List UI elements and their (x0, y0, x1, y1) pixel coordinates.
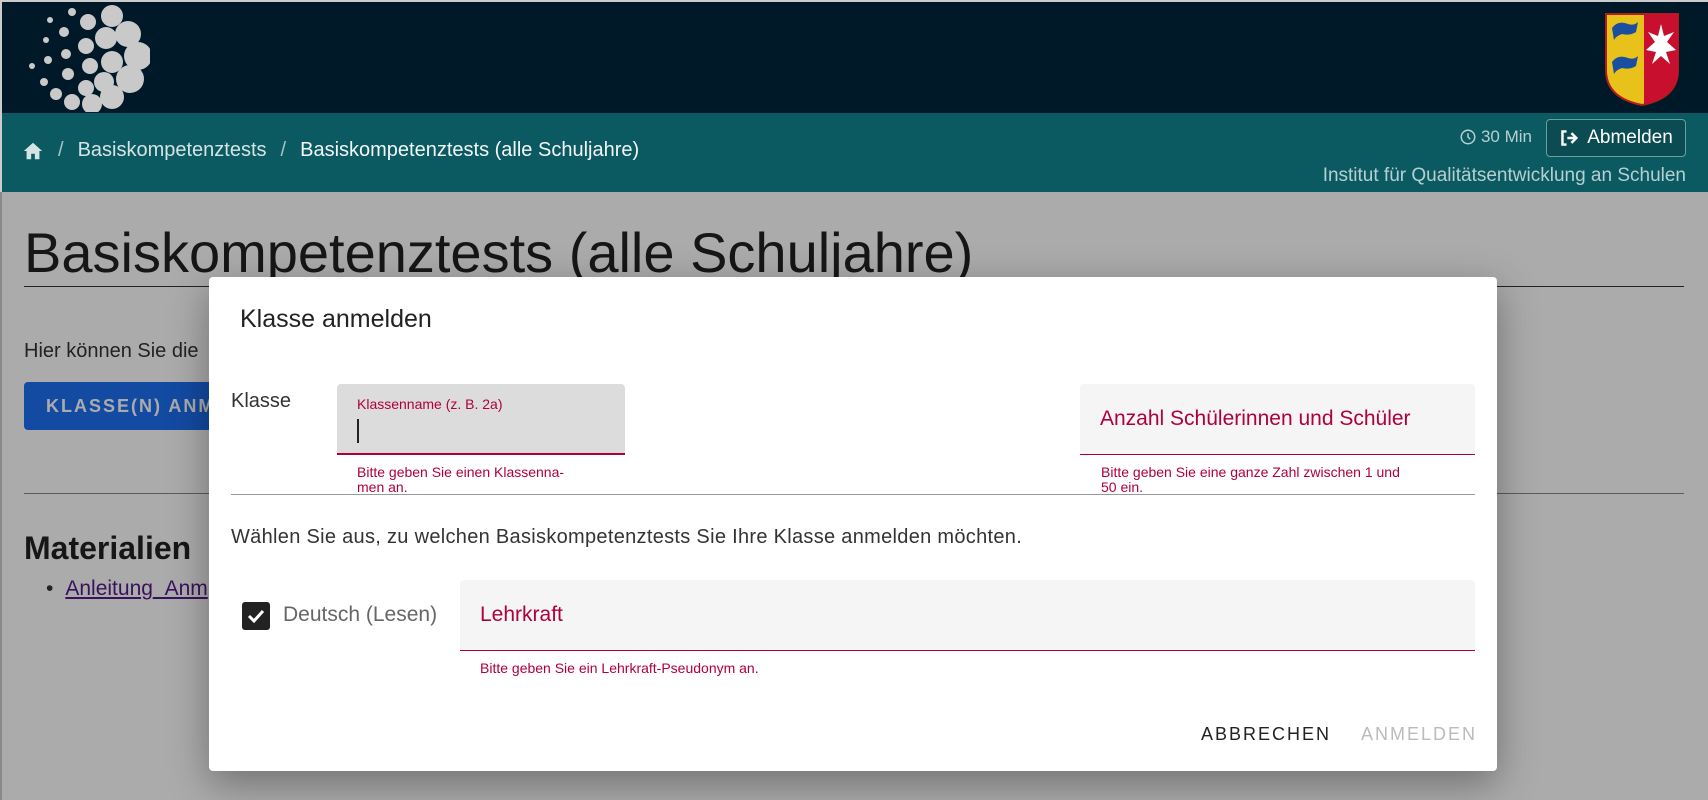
coat-of-arms-icon (1605, 13, 1679, 106)
classname-error-line1: Bitte geben Sie einen Klassenna- (357, 464, 565, 480)
student-count-error-line2: 50 ein. (1101, 479, 1144, 495)
student-count-input[interactable]: Anzahl Schülerinnen und Schüler (1080, 384, 1475, 455)
classname-label: Klassenname (z. B. 2a) (357, 396, 503, 412)
cancel-button[interactable]: ABBRECHEN (1201, 724, 1331, 745)
student-count-error-line1: Bitte geben Sie eine ganze Zahl zwischen… (1101, 464, 1400, 480)
session-timer-text: 30 Min (1480, 127, 1532, 146)
submit-button[interactable]: ANMELDEN (1361, 724, 1477, 745)
breadcrumb: / Basiskompetenztests / Basiskompetenzte… (22, 139, 639, 162)
classname-error: Bitte geben Sie einen Klassenna- men an. (357, 465, 617, 495)
sign-out-icon (1561, 130, 1579, 146)
dialog-divider (231, 494, 1475, 495)
institute-name: Institut für Qualitätsentwicklung an Sch… (1322, 165, 1686, 186)
breadcrumb-bar: / Basiskompetenztests / Basiskompetenzte… (0, 113, 1708, 192)
teacher-error: Bitte geben Sie ein Lehrkraft-Pseudonym … (480, 660, 759, 676)
deutsch-lesen-label[interactable]: Deutsch (Lesen) (283, 603, 437, 627)
logout-button[interactable]: Abmelden (1546, 119, 1686, 157)
student-count-label: Anzahl Schülerinnen und Schüler (1100, 407, 1411, 430)
breadcrumb-separator: / (280, 139, 287, 161)
text-caret (357, 419, 359, 443)
breadcrumb-item-current: Basiskompetenztests (alle Schuljahre) (300, 139, 640, 161)
clock-icon (1460, 129, 1476, 145)
checkmark-icon (247, 609, 265, 623)
breadcrumb-separator: / (58, 139, 64, 161)
home-icon[interactable] (22, 140, 44, 162)
klasse-label: Klasse (231, 390, 292, 412)
classname-error-line2: men an. (357, 479, 408, 495)
deutsch-lesen-checkbox[interactable] (242, 602, 270, 630)
classname-input[interactable]: Klassenname (z. B. 2a) (337, 384, 625, 455)
teacher-label: Lehrkraft (480, 603, 563, 626)
teacher-input[interactable]: Lehrkraft (460, 580, 1475, 651)
choose-tests-text: Wählen Sie aus, zu welchen Basiskompeten… (231, 526, 1023, 548)
student-count-error: Bitte geben Sie eine ganze Zahl zwischen… (1101, 465, 1471, 495)
dots-logo-icon (29, 5, 150, 112)
dialog-title: Klasse anmelden (240, 305, 432, 333)
session-timer: 30 Min (1459, 127, 1532, 147)
top-header (0, 0, 1708, 113)
logout-label: Abmelden (1587, 127, 1673, 148)
breadcrumb-item-basiskompetenztests[interactable]: Basiskompetenztests (78, 139, 267, 162)
register-class-dialog: Klasse anmelden Klasse Klassenname (z. B… (209, 277, 1497, 771)
